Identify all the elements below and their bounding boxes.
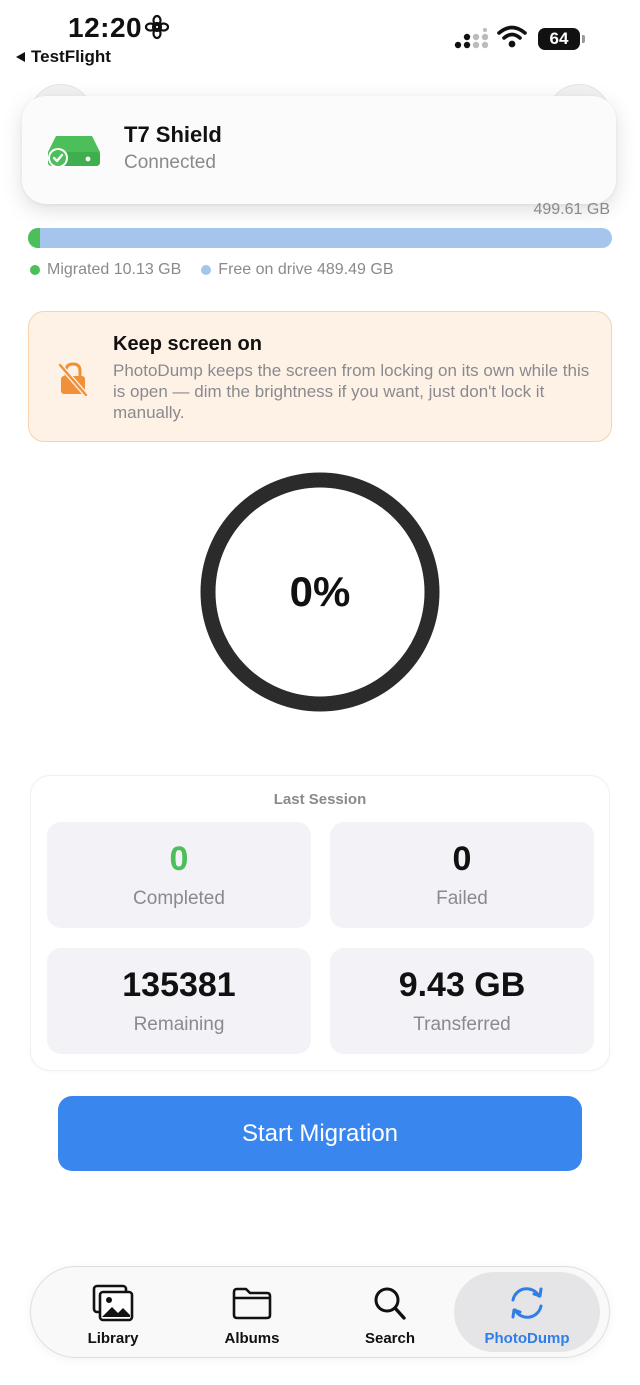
tab-library-label: Library (87, 1330, 139, 1347)
focus-mode-icon (144, 14, 170, 40)
stat-transferred-value: 9.43 GB (398, 966, 526, 1004)
search-icon (374, 1287, 406, 1320)
wifi-icon (497, 25, 527, 48)
stat-remaining: 135381 Remaining (47, 948, 311, 1054)
tab-albums-label: Albums (224, 1330, 280, 1347)
tab-library[interactable]: Library (40, 1272, 186, 1352)
cellular-signal-icon (454, 28, 489, 49)
storage-legend: Migrated 10.13 GB Free on drive 489.49 G… (30, 261, 394, 279)
storage-used-fill (28, 228, 40, 248)
back-app-label: TestFlight (31, 47, 111, 66)
tab-bar: Library Albums Search PhotoDump (30, 1266, 610, 1358)
stat-failed-value: 0 (452, 840, 472, 878)
sync-icon (511, 1287, 543, 1319)
back-to-testflight-link[interactable]: TestFlight (16, 47, 111, 67)
external-drive-icon (48, 136, 100, 168)
back-arrow-icon (16, 52, 25, 62)
battery-indicator: 64 (538, 28, 586, 50)
tab-search-label: Search (364, 1330, 416, 1347)
notice-body: PhotoDump keeps the screen from locking … (113, 361, 590, 422)
status-bar: 12:20 TestFlight 64 (0, 0, 640, 80)
stat-remaining-label: Remaining (133, 1014, 225, 1035)
stat-failed-label: Failed (436, 888, 488, 909)
drive-card[interactable]: T7 Shield Connected (22, 96, 616, 204)
legend-migrated: Migrated 10.13 GB (30, 261, 181, 279)
notice-title: Keep screen on (113, 333, 262, 355)
legend-migrated-label: Migrated 10.13 GB (47, 261, 182, 278)
stat-transferred: 9.43 GB Transferred (330, 948, 594, 1054)
photo-library-icon (92, 1284, 134, 1322)
stat-completed-value: 0 (169, 840, 189, 878)
free-dot-icon (201, 265, 212, 275)
stat-remaining-value: 135381 (122, 966, 236, 1004)
storage-bar (28, 228, 612, 248)
lock-slash-icon (58, 362, 88, 396)
keep-screen-on-notice: Keep screen on PhotoDump keeps the scree… (28, 311, 612, 442)
stat-completed: 0 Completed (47, 822, 311, 928)
stat-completed-label: Completed (133, 888, 225, 909)
legend-free-label: Free on drive 489.49 GB (218, 261, 394, 278)
stat-transferred-label: Transferred (413, 1014, 511, 1035)
tab-photodump[interactable]: PhotoDump (454, 1272, 600, 1352)
clock: 12:20 (68, 12, 143, 43)
progress-percent: 0% (289, 568, 351, 615)
migrated-dot-icon (30, 265, 40, 275)
battery-level: 64 (538, 28, 580, 50)
session-title: Last Session (273, 791, 367, 808)
battery-cap (582, 35, 585, 43)
tab-search[interactable]: Search (317, 1272, 463, 1352)
folder-icon (232, 1287, 272, 1320)
start-migration-button[interactable]: Start Migration (58, 1096, 582, 1171)
tab-photodump-label: PhotoDump (484, 1330, 570, 1347)
drive-name: T7 Shield (124, 122, 222, 147)
tab-albums[interactable]: Albums (179, 1272, 325, 1352)
drive-status: Connected (124, 152, 216, 173)
last-session-card: Last Session 0 Completed 0 Failed 135381… (30, 775, 610, 1071)
legend-free: Free on drive 489.49 GB (201, 261, 394, 279)
stat-failed: 0 Failed (330, 822, 594, 928)
drive-capacity: 499.61 GB (533, 201, 611, 218)
